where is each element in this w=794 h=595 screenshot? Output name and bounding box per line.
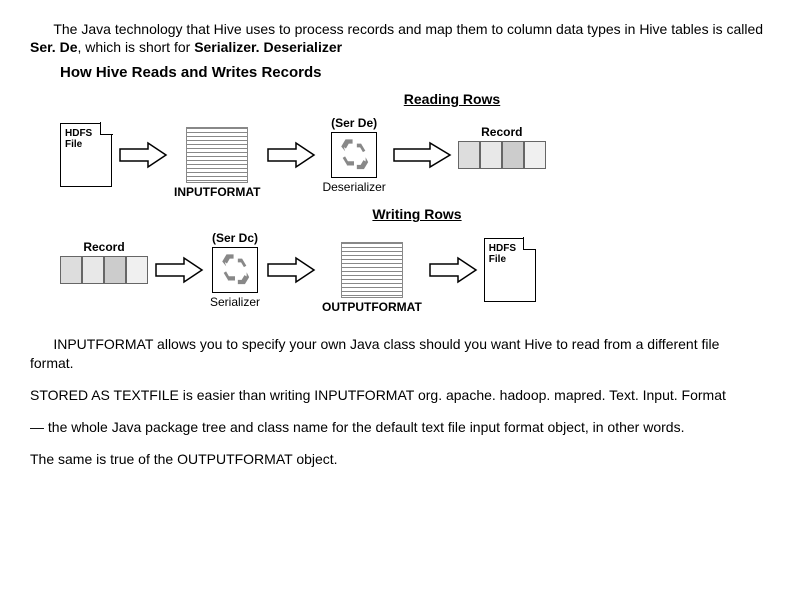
- record-box: Record: [458, 125, 546, 185]
- record-label-top: Record: [481, 125, 522, 139]
- outputformat-box: OUTPUTFORMAT: [322, 226, 422, 314]
- writing-row: Record (Ser Dc) Serializer OUTPUTFORMAT: [60, 222, 764, 317]
- recycle-icon: [337, 138, 371, 172]
- arrow-icon: [266, 140, 316, 170]
- para-outputformat: The same is true of the OUTPUTFORMAT obj…: [30, 450, 764, 468]
- reading-rows-label: Reading Rows: [140, 91, 764, 107]
- serializer-box: (Ser Dc) Serializer: [210, 231, 260, 309]
- record-label-w: Record: [83, 240, 124, 254]
- inputformat-label: INPUTFORMAT: [174, 185, 260, 199]
- outputformat-label: OUTPUTFORMAT: [322, 300, 422, 314]
- recycle-icon: [218, 253, 252, 287]
- arrow-icon: [118, 140, 168, 170]
- hdfs-file-label: HDFS File: [65, 128, 92, 150]
- intro-text-1: The Java technology that Hive uses to pr…: [53, 21, 763, 37]
- serde-long: Serializer. Deserializer: [194, 39, 342, 55]
- serde-label-top: (Ser De): [331, 116, 377, 130]
- record-box-w: Record: [60, 240, 148, 300]
- hdfs-file-label-w: HDFS File: [489, 243, 516, 265]
- hive-io-diagram: How Hive Reads and Writes Records Readin…: [60, 64, 764, 317]
- inputformat-box: INPUTFORMAT: [174, 111, 260, 199]
- reading-row: HDFS File INPUTFORMAT (Ser De) Deseriali…: [60, 107, 764, 202]
- hdfs-file-box-w: HDFS File: [484, 222, 536, 318]
- para-textfile: STORED AS TEXTFILE is easier than writin…: [30, 386, 764, 404]
- arrow-icon: [428, 255, 478, 285]
- writing-rows-label: Writing Rows: [70, 206, 764, 222]
- deserializer-box: (Ser De) Deserializer: [322, 116, 385, 194]
- arrow-icon: [266, 255, 316, 285]
- serializer-label: Serializer: [210, 295, 260, 309]
- arrow-icon: [154, 255, 204, 285]
- intro-paragraph: The Java technology that Hive uses to pr…: [30, 20, 764, 56]
- arrow-icon: [392, 140, 452, 170]
- serdc-label-top: (Ser Dc): [212, 231, 258, 245]
- hdfs-file-box: HDFS File: [60, 107, 112, 203]
- para-inputformat: INPUTFORMAT allows you to specify your o…: [30, 335, 764, 371]
- serde-short: Ser. De: [30, 39, 77, 55]
- intro-text-2: , which is short for: [77, 39, 194, 55]
- diagram-title: How Hive Reads and Writes Records: [60, 64, 764, 81]
- para-packagetree: — the whole Java package tree and class …: [30, 418, 764, 436]
- deserializer-label: Deserializer: [322, 180, 385, 194]
